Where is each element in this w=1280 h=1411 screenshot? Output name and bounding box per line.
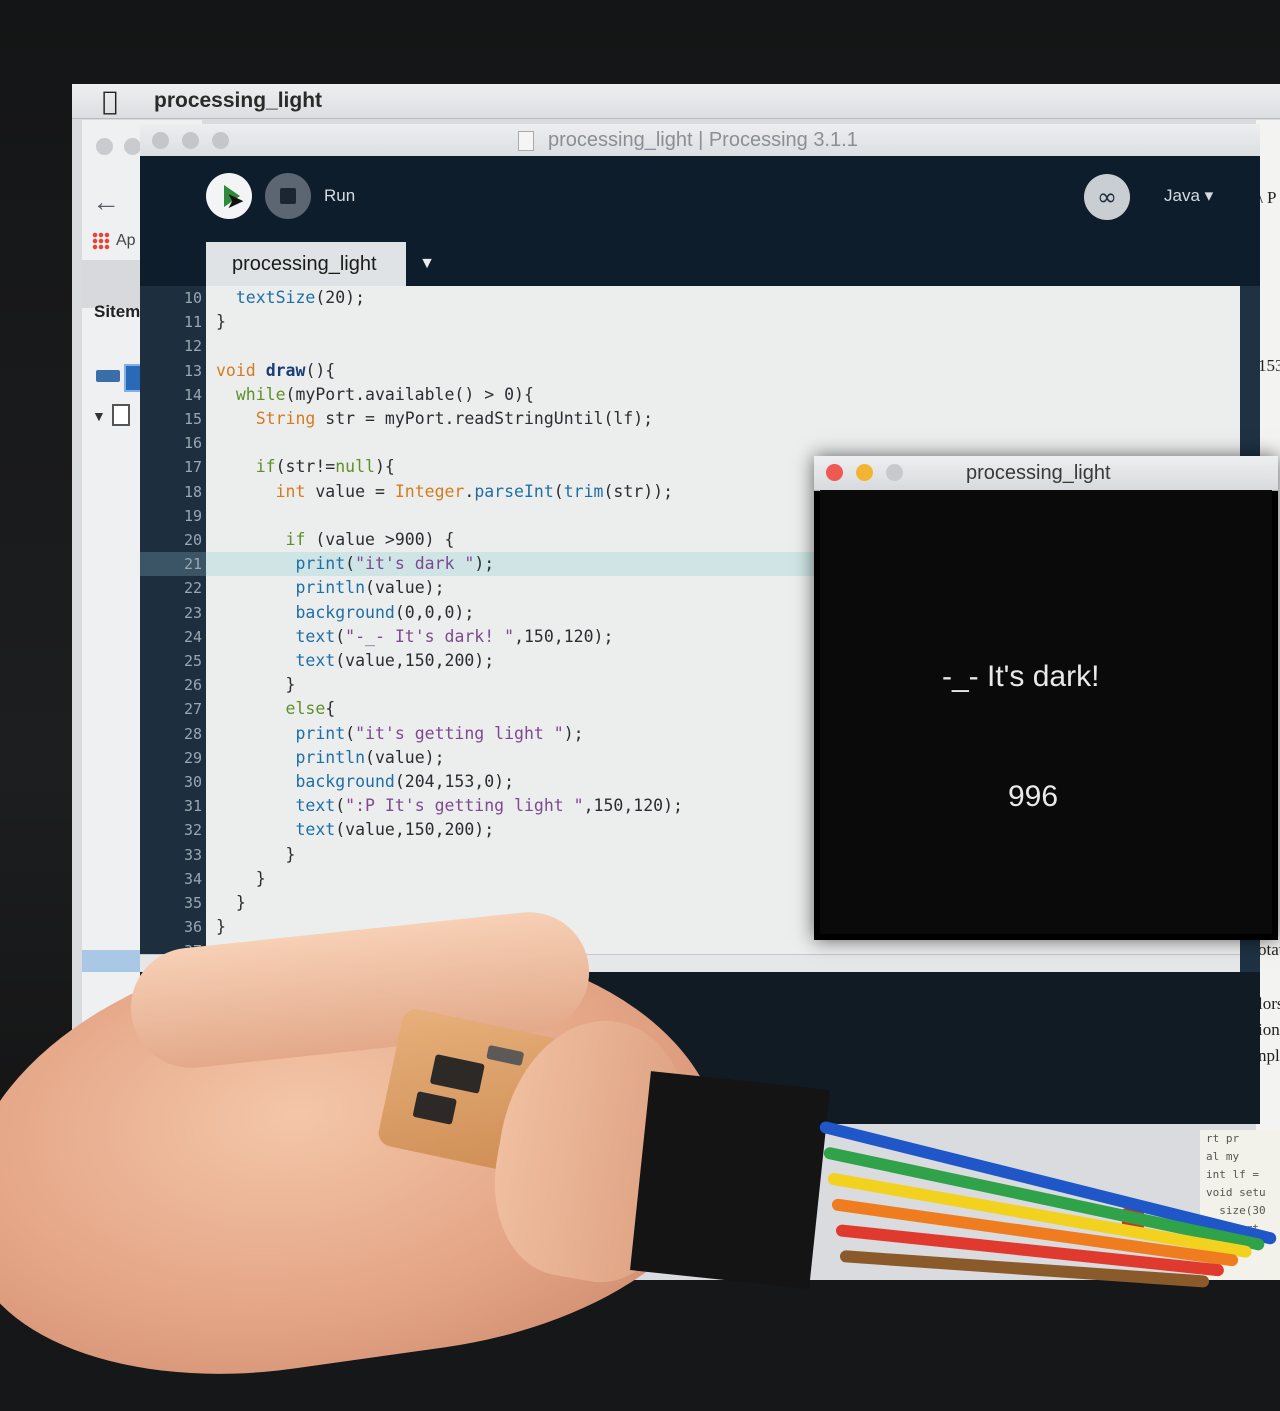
ide-toolbar: ➤ Run ∞ Java ▾ (140, 156, 1260, 242)
line-number: 29 (183, 748, 202, 767)
line-number: 12 (183, 337, 202, 356)
line-number: 25 (183, 652, 202, 670)
sketch-window-title: processing_light (966, 462, 1111, 484)
tab-menu-button[interactable]: ▼ (410, 242, 444, 286)
line-number: 17 (183, 458, 202, 477)
document-icon (518, 131, 534, 151)
code-line[interactable]: } (216, 310, 1216, 334)
sketch-window: processing_light -_- It's dark! 996 (814, 456, 1278, 940)
line-number: 32 (183, 821, 202, 840)
line-number: 15 (183, 410, 202, 428)
code-line[interactable]: void draw(){ (216, 359, 1216, 383)
page-fragment: nple. (1258, 1046, 1280, 1065)
mode-selector[interactable]: Java ▾ (1164, 186, 1213, 206)
line-number: 21 (183, 555, 202, 574)
ide-zoom-button[interactable] (212, 132, 229, 149)
snippet-line: rt pr (1206, 1132, 1240, 1145)
page-fragment: \ P (1258, 188, 1277, 207)
code-line[interactable]: while(myPort.available() > 0){ (216, 383, 1216, 407)
page-fragment: otati (1258, 940, 1280, 959)
line-number: 28 (183, 724, 202, 743)
back-arrow-icon[interactable]: ← (92, 186, 120, 218)
tab-processing-light[interactable]: processing_light (206, 242, 406, 286)
tab-bar: processing_light ▼ (140, 242, 1260, 286)
sketch-minimize-button[interactable] (856, 464, 873, 481)
line-number: 16 (183, 434, 202, 453)
sketch-canvas: -_- It's dark! 996 (820, 490, 1272, 934)
browser-close-dot[interactable] (96, 138, 113, 155)
apps-label: Ap (116, 232, 136, 250)
sketch-close-button[interactable] (826, 464, 843, 481)
line-number: 13 (183, 361, 202, 380)
document-icon (112, 404, 130, 426)
snippet-line: void setu (1206, 1186, 1266, 1199)
line-number: 24 (183, 627, 202, 646)
sketch-title-bar: processing_light (814, 456, 1278, 491)
ide-window-title: processing_light | Processing 3.1.1 (548, 129, 858, 151)
line-number: 14 (183, 385, 202, 404)
sketch-message: -_- It's dark! (942, 660, 1100, 693)
board-component (486, 1044, 525, 1067)
ide-minimize-button[interactable] (182, 132, 199, 149)
line-number: 26 (183, 676, 202, 695)
code-line[interactable] (216, 334, 1216, 358)
line-number: 36 (183, 918, 202, 937)
apps-grid-icon (92, 232, 110, 250)
line-number: 27 (183, 700, 202, 719)
disclosure-triangle-icon[interactable]: ▼ (92, 408, 106, 424)
apps-bookmark[interactable]: Ap (92, 232, 136, 250)
line-number: 10 (183, 289, 202, 307)
line-number: 31 (183, 797, 202, 816)
stop-button[interactable] (265, 173, 311, 219)
folder-icon[interactable] (96, 370, 120, 382)
line-number: 11 (183, 313, 202, 332)
selected-row[interactable] (82, 950, 142, 972)
pin-connector (630, 1071, 830, 1289)
board-chip (429, 1054, 485, 1094)
line-number: 22 (183, 579, 202, 598)
run-button[interactable]: ➤ (206, 173, 252, 219)
code-line[interactable]: String str = myPort.readStringUntil(lf); (216, 407, 1216, 431)
ide-title-bar: processing_light | Processing 3.1.1 (140, 124, 1260, 157)
line-number: 18 (183, 482, 202, 501)
line-number: 33 (183, 845, 202, 864)
menu-app-name[interactable]: processing_light (154, 89, 322, 113)
page-fragment: lors. (1258, 994, 1280, 1013)
mouse-pointer-icon: ➤ (226, 189, 245, 214)
apple-icon[interactable]:  (102, 87, 118, 117)
menu-bar:  processing_light (72, 84, 1280, 119)
page-fragment: ion. I (1258, 1020, 1280, 1039)
code-line[interactable] (216, 431, 1216, 455)
code-line[interactable]: textSize(20); (216, 286, 1216, 310)
snippet-line: int lf = (1206, 1168, 1259, 1181)
stop-icon (280, 188, 296, 204)
sketch-zoom-button[interactable] (886, 464, 903, 481)
run-label: Run (324, 186, 356, 205)
line-number: 23 (183, 603, 202, 622)
line-number: 20 (183, 531, 202, 549)
line-number: 19 (183, 506, 202, 525)
browser-minimize-dot[interactable] (124, 138, 141, 155)
page-fragment: 153 (1258, 356, 1280, 375)
sitemap-heading: Sitem (94, 302, 141, 321)
board-chip (412, 1091, 458, 1125)
line-number: 30 (183, 773, 202, 791)
line-number: 35 (183, 894, 202, 912)
mode-icon[interactable]: ∞ (1084, 174, 1130, 220)
ide-close-button[interactable] (152, 132, 169, 149)
line-number: 34 (183, 869, 202, 888)
sketch-value: 996 (1008, 780, 1059, 813)
snippet-line: al my (1206, 1150, 1240, 1163)
